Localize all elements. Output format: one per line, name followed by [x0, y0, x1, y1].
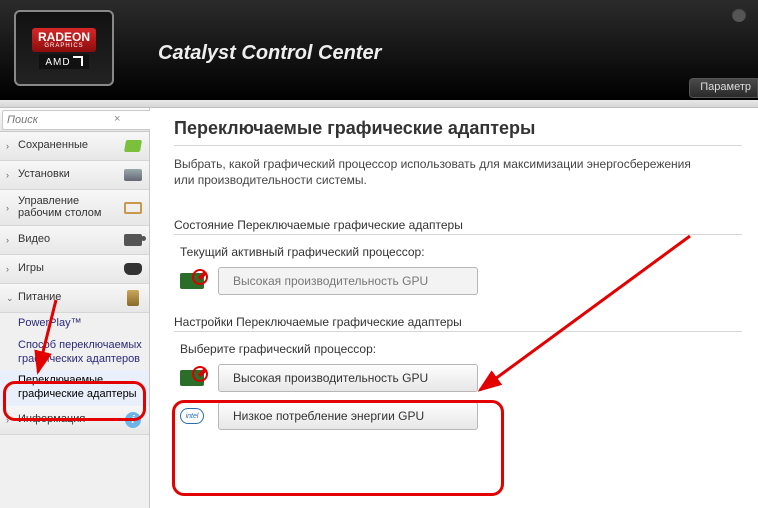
chevron-right-icon: ›	[6, 264, 14, 274]
high-performance-button[interactable]: Высокая производительность GPU	[218, 364, 478, 392]
sidebar-item-label: Видео	[18, 234, 123, 246]
sidebar-sub-switch-method[interactable]: Способ переключаемых графических адаптер…	[0, 335, 149, 371]
page-title: Переключаемые графические адаптеры	[174, 118, 742, 139]
chevron-right-icon: ›	[6, 170, 14, 180]
select-gpu-label: Выберите графический процессор:	[180, 342, 742, 356]
saved-icon	[123, 136, 143, 156]
chevron-right-icon: ›	[6, 203, 14, 213]
settings-group-title: Настройки Переключаемые графические адап…	[174, 315, 742, 332]
content-pane: Переключаемые графические адаптеры Выбра…	[150, 108, 758, 508]
high-performance-row: Высокая производительность GPU	[178, 364, 742, 392]
installs-icon	[123, 165, 143, 185]
search-input[interactable]	[2, 110, 167, 130]
low-power-row: intel Низкое потребление энергии GPU	[178, 402, 742, 430]
chevron-right-icon: ›	[6, 415, 14, 425]
sidebar-item-label: Питание	[18, 292, 123, 304]
low-power-button[interactable]: Низкое потребление энергии GPU	[218, 402, 478, 430]
sidebar-item-desktop[interactable]: › Управление рабочим столом	[0, 190, 149, 226]
sidebar-item-label: Сохраненные	[18, 140, 123, 152]
toolbar-strip	[0, 100, 758, 108]
sidebar-item-label: Управление рабочим столом	[18, 196, 123, 219]
sidebar-item-info[interactable]: › Информация i	[0, 406, 149, 435]
intel-gpu-icon: intel	[178, 405, 206, 427]
brand-logo: RADEON GRAPHICS AMD	[14, 10, 114, 86]
chevron-right-icon: ›	[6, 235, 14, 245]
sidebar-item-label: Игры	[18, 263, 123, 275]
current-gpu-row: Высокая производительность GPU	[178, 267, 742, 295]
sidebar-sub-switchable-adapters[interactable]: Переключаемые графические адаптеры	[0, 370, 149, 406]
status-group: Состояние Переключаемые графические адап…	[174, 218, 742, 295]
page-description: Выбрать, какой графический процессор исп…	[174, 156, 714, 188]
settings-group: Настройки Переключаемые графические адап…	[174, 315, 742, 430]
discrete-gpu-icon	[178, 270, 206, 292]
chevron-right-icon: ›	[6, 141, 14, 151]
minimize-button[interactable]	[732, 8, 746, 22]
sidebar-item-games[interactable]: › Игры	[0, 255, 149, 284]
discrete-gpu-icon	[178, 367, 206, 389]
battery-icon	[123, 288, 143, 308]
sidebar-sub-powerplay[interactable]: PowerPlay™	[0, 313, 149, 335]
app-title: Catalyst Control Center	[158, 42, 381, 65]
current-gpu-value: Высокая производительность GPU	[218, 267, 478, 295]
app-header: RADEON GRAPHICS AMD Catalyst Control Cen…	[0, 0, 758, 100]
info-icon: i	[123, 410, 143, 430]
sidebar: × « › Сохраненные › Установки › Управлен…	[0, 108, 150, 508]
logo-radeon-text: RADEON	[38, 30, 90, 44]
sidebar-item-power[interactable]: ⌄ Питание	[0, 284, 149, 313]
sidebar-item-label: Информация	[18, 414, 123, 426]
search-row: × «	[0, 108, 149, 132]
sidebar-item-video[interactable]: › Видео	[0, 226, 149, 255]
sidebar-item-installs[interactable]: › Установки	[0, 161, 149, 190]
parameters-button[interactable]: Параметр	[689, 78, 758, 98]
desktop-icon	[123, 198, 143, 218]
status-group-title: Состояние Переключаемые графические адап…	[174, 218, 742, 235]
gamepad-icon	[123, 259, 143, 279]
chevron-down-icon: ⌄	[6, 293, 14, 304]
clear-search-icon[interactable]: ×	[114, 113, 120, 125]
radeon-badge: RADEON GRAPHICS	[32, 28, 96, 52]
sidebar-item-saved[interactable]: › Сохраненные	[0, 132, 149, 161]
logo-graphics-text: GRAPHICS	[38, 43, 90, 49]
amd-badge: AMD	[39, 54, 88, 69]
current-gpu-label: Текущий активный графический процессор:	[180, 245, 742, 259]
sidebar-item-label: Установки	[18, 169, 123, 181]
video-icon	[123, 230, 143, 250]
divider	[174, 145, 742, 146]
